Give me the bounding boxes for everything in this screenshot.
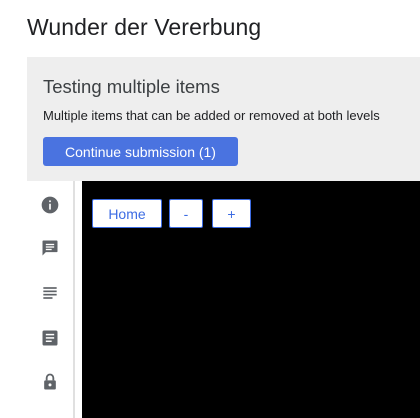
viewer-canvas[interactable]: Home - + (82, 181, 420, 418)
document-icon[interactable] (39, 327, 61, 349)
lock-icon[interactable] (39, 371, 61, 393)
info-icon[interactable] (39, 194, 61, 216)
banner-description: Multiple items that can be added or remo… (43, 108, 380, 123)
sidebar (27, 181, 73, 418)
sidebar-divider (73, 181, 75, 418)
notes-icon[interactable] (39, 282, 61, 304)
zoom-in-button[interactable]: + (212, 199, 251, 228)
chat-icon[interactable] (39, 237, 61, 259)
continue-submission-button[interactable]: Continue submission (1) (43, 137, 238, 166)
page-title: Wunder der Vererbung (27, 14, 262, 40)
submission-banner: Testing multiple items Multiple items th… (27, 57, 420, 181)
banner-title: Testing multiple items (43, 76, 220, 97)
home-button[interactable]: Home (92, 199, 162, 228)
zoom-out-button[interactable]: - (169, 199, 203, 228)
